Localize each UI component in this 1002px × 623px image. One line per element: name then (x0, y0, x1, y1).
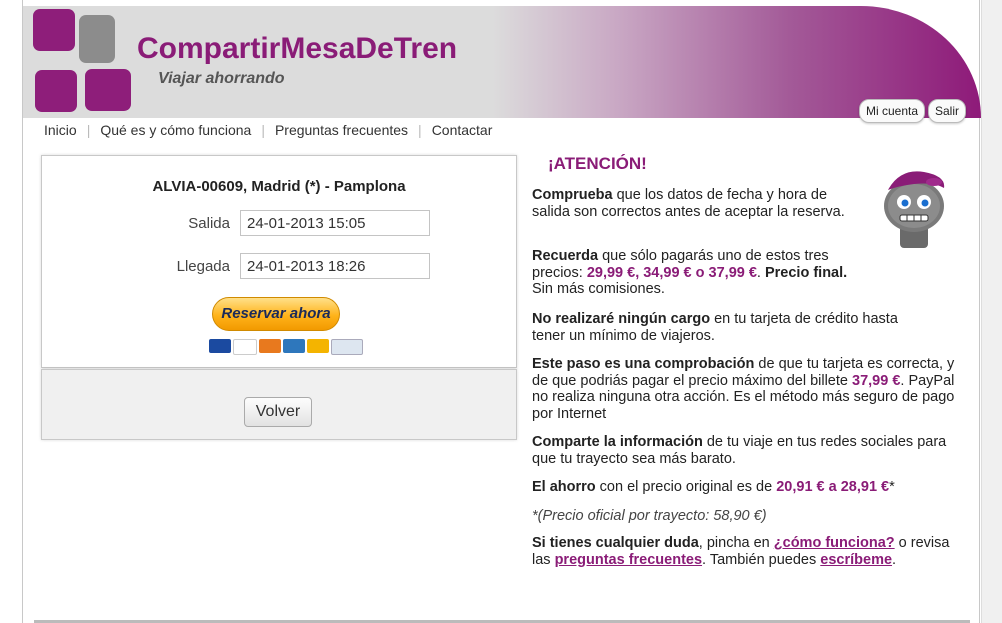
notice-text: con el precio original es de (595, 479, 777, 495)
page: CompartirMesaDeTren Viajar ahorrando Mi … (0, 0, 1002, 623)
train-route: ALVIA-00609, Madrid (*) - Pamplona (152, 178, 406, 195)
logo[interactable] (33, 9, 133, 113)
visa-card-icon (233, 339, 257, 355)
logo-square-1 (33, 9, 75, 51)
vertical-scrollbar[interactable] (981, 0, 1002, 623)
notice-text: . (756, 264, 765, 281)
notice-bold: Comprueba (532, 187, 613, 203)
main-nav: Inicio | Qué es y cómo funciona | Preguntas … (34, 122, 502, 138)
notice-bold: Este paso es una comprobación (532, 356, 755, 372)
notice-paragraph-check: Comprueba que los datos de fecha y hora … (532, 187, 854, 220)
nav-item-preguntas[interactable]: Preguntas frecuentes (265, 122, 418, 138)
arrival-field[interactable]: 24-01-2013 18:26 (240, 253, 430, 279)
departure-field[interactable]: 24-01-2013 15:05 (240, 210, 430, 236)
notice-text: * (889, 479, 895, 495)
max-price: 37,99 € (852, 372, 901, 389)
price-options: 29,99 €, 34,99 € o 37,99 € (586, 264, 757, 281)
robot-mascot-icon (884, 171, 945, 248)
notice-bold: Si tienes cualquier duda (532, 535, 699, 551)
notice-text: , pincha en (698, 535, 774, 551)
maestro-card-icon (209, 339, 231, 353)
site-subtitle: Viajar ahorrando (158, 70, 285, 87)
nav-item-contactar[interactable]: Contactar (422, 122, 503, 138)
arrival-label: Llegada (176, 258, 230, 275)
site-title[interactable]: CompartirMesaDeTren (137, 32, 457, 66)
nav-item-inicio[interactable]: Inicio (34, 122, 87, 138)
amex-card-icon (283, 339, 305, 353)
mastercard-card-icon (259, 339, 281, 353)
bank-account-icon (331, 339, 363, 355)
savings-range: 20,91 € a 28,91 € (776, 479, 890, 495)
notice-text: . También puedes (702, 551, 821, 568)
logo-square-2 (79, 15, 115, 63)
notice-paragraph-share: Comparte la información de tu viaje en t… (532, 434, 952, 467)
notice-bold: Recuerda (532, 248, 599, 264)
my-account-button[interactable]: Mi cuenta (859, 99, 926, 123)
notice-paragraph-no-charge: No realizaré ningún cargo en tu tarjeta … (532, 311, 932, 344)
logo-square-4 (85, 69, 131, 111)
notice-bold: El ahorro (532, 479, 596, 495)
logout-button[interactable]: Salir (928, 99, 967, 123)
notice-bold: No realizaré ningún cargo (532, 311, 711, 327)
reserve-now-button[interactable]: Reservar ahora (212, 297, 340, 331)
back-button[interactable]: Volver (244, 397, 312, 427)
official-price-note: *(Precio oficial por trayecto: 58,90 €) (532, 508, 767, 524)
nav-item-como-funciona[interactable]: Qué es y cómo funciona (90, 122, 261, 138)
notice-paragraph-remember: Recuerda que sólo pagarás uno de estos t… (532, 248, 858, 298)
actions-panel: Volver (41, 369, 517, 440)
notice-paragraph-savings: El ahorro con el precio original es de 2… (532, 479, 962, 496)
write-me-link[interactable]: escríbeme (820, 552, 892, 568)
notice-bold: Comparte la información (532, 434, 703, 450)
payment-cards (209, 339, 363, 355)
notice-text: Sin más comisiones. (532, 281, 665, 297)
faq-link[interactable]: preguntas frecuentes (555, 552, 702, 568)
discover-card-icon (307, 339, 329, 353)
logo-square-3 (35, 70, 77, 112)
departure-label: Salida (188, 215, 230, 232)
reservation-panel: ALVIA-00609, Madrid (*) - Pamplona Salid… (41, 155, 517, 368)
notice-paragraph-help: Si tienes cualquier duda, pincha en ¿cóm… (532, 535, 952, 568)
how-it-works-link[interactable]: ¿cómo funciona? (774, 535, 895, 551)
notice-text: . (892, 551, 897, 568)
notice-paragraph-verification: Este paso es una comprobación de que tu … (532, 356, 962, 422)
site-header: CompartirMesaDeTren Viajar ahorrando (23, 6, 981, 118)
notice-heading: ¡ATENCIÓN! (548, 154, 647, 173)
notice-bold: Precio final. (764, 264, 848, 281)
